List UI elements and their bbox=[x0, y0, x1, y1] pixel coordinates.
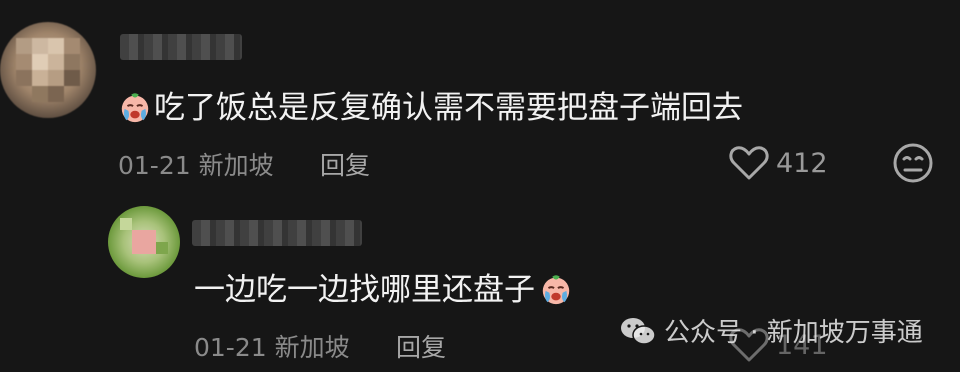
like-button[interactable]: 412 bbox=[728, 144, 828, 182]
dislike-icon[interactable] bbox=[892, 142, 934, 184]
reply-button[interactable]: 回复 bbox=[320, 146, 370, 182]
comment-meta: 01-21 新加坡 bbox=[118, 146, 274, 182]
avatar-pixel bbox=[16, 54, 32, 70]
reply-avatar[interactable] bbox=[108, 206, 180, 278]
avatar-pixel bbox=[32, 86, 48, 102]
avatar-pixel bbox=[132, 230, 156, 254]
comment-text: 吃了饭总是反复确认需不需要把盘子端回去 bbox=[154, 90, 743, 126]
avatar-pixel bbox=[32, 70, 48, 86]
avatar-pixel bbox=[16, 38, 32, 54]
crying-face-emoji bbox=[121, 93, 149, 123]
reply-button[interactable]: 回复 bbox=[396, 328, 446, 364]
avatar-pixel bbox=[64, 54, 80, 70]
heart-icon bbox=[729, 146, 769, 180]
username-blurred[interactable] bbox=[120, 34, 242, 60]
watermark-text: 公众号 · 新加坡万事通 bbox=[664, 318, 923, 348]
comment-body: 吃了饭总是反复确认需不需要把盘子端回去 bbox=[118, 90, 743, 124]
watermark: 公众号 · 新加坡万事通 bbox=[620, 312, 923, 349]
comment-section: 吃了饭总是反复确认需不需要把盘子端回去 01-21 新加坡 回复 412 一边吃… bbox=[0, 0, 960, 372]
avatar-pixel bbox=[32, 54, 48, 70]
avatar-pixel bbox=[48, 86, 64, 102]
reply-location: 新加坡 bbox=[274, 333, 350, 362]
avatar-pixel bbox=[48, 54, 64, 70]
reply-text: 一边吃一边找哪里还盘子 bbox=[194, 272, 535, 308]
avatar-pixel bbox=[156, 242, 168, 254]
wechat-icon bbox=[621, 317, 656, 345]
comment-location: 新加坡 bbox=[198, 151, 274, 180]
avatar-pixel bbox=[64, 38, 80, 54]
like-count: 412 bbox=[776, 147, 828, 179]
avatar-pixel bbox=[64, 70, 80, 86]
crying-face-emoji bbox=[542, 275, 570, 305]
avatar-pixel bbox=[48, 70, 64, 86]
avatar-pixel bbox=[48, 38, 64, 54]
avatar-pixel bbox=[32, 38, 48, 54]
reply-body: 一边吃一边找哪里还盘子 bbox=[194, 272, 575, 306]
reply-date: 01-21 bbox=[194, 333, 267, 362]
avatar-pixel bbox=[16, 70, 32, 86]
reply-meta: 01-21 新加坡 bbox=[194, 328, 350, 364]
avatar[interactable] bbox=[0, 22, 96, 118]
comment-date: 01-21 bbox=[118, 151, 191, 180]
reply-username-blurred[interactable] bbox=[192, 220, 362, 246]
avatar-pixel bbox=[120, 218, 132, 230]
